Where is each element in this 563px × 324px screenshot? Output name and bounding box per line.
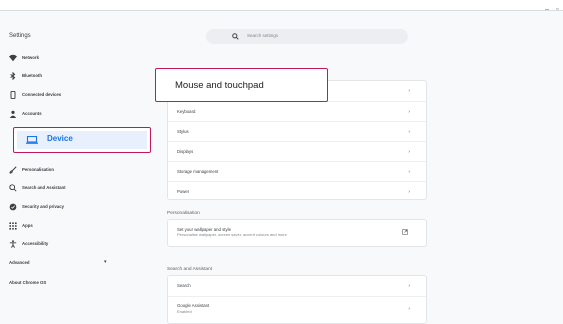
mouse-touchpad-callout[interactable]: Mouse and touchpad <box>155 68 328 102</box>
sidebar-item-search-and-assistant[interactable]: Search and Assistant <box>0 181 150 195</box>
chevron-right-icon: › <box>408 189 410 195</box>
chevron-right-icon: › <box>408 109 410 115</box>
sidebar-item-label: Accessibility <box>22 241 49 246</box>
sidebar-item-personalisation[interactable]: Personalisation <box>0 163 150 177</box>
sidebar-item-network[interactable]: Network <box>0 51 150 65</box>
sidebar-item-device[interactable]: Device <box>13 127 151 153</box>
device-row-stylus[interactable]: Stylus › <box>168 121 426 141</box>
sidebar-item-about[interactable]: About Chrome OS <box>0 276 150 290</box>
chevron-right-icon: › <box>408 306 410 312</box>
device-label: Device <box>47 134 73 143</box>
sidebar-item-connected-devices[interactable]: Connected devices <box>0 88 150 102</box>
row-label: Keyboard <box>177 109 196 114</box>
settings-header: Settings Search settings <box>0 11 563 51</box>
device-row-power[interactable]: Power › <box>168 181 426 201</box>
app-title: Settings <box>9 33 31 39</box>
search-icon <box>9 184 17 192</box>
shield-icon <box>9 203 17 211</box>
row-label: Google Assistant <box>177 303 210 308</box>
sidebar-item-apps[interactable]: Apps <box>0 219 150 233</box>
open-external-icon <box>402 229 408 235</box>
row-label: Storage management <box>177 169 219 174</box>
phone-icon <box>9 91 17 99</box>
grid-icon <box>9 222 17 230</box>
sidebar-item-label: Apps <box>22 223 33 228</box>
wifi-icon <box>9 54 17 62</box>
sidebar-item-label: Personalisation <box>22 167 54 172</box>
search-row[interactable]: Search › <box>168 276 426 295</box>
chevron-right-icon: › <box>408 149 410 155</box>
sidebar-item-label: Search and Assistant <box>22 185 66 190</box>
sidebar-item-bluetooth[interactable]: Bluetooth <box>0 69 150 83</box>
google-assistant-row[interactable]: Google Assistant Enabled › <box>168 296 426 323</box>
sidebar-item-label: Network <box>22 55 39 60</box>
chevron-right-icon: › <box>408 169 410 175</box>
wallpaper-row[interactable]: Set your wallpaper and style Personalise… <box>168 223 426 245</box>
chevron-right-icon: › <box>408 283 410 289</box>
sidebar: Network Bluetooth Connected devices Acco… <box>0 51 150 324</box>
chevron-right-icon: › <box>408 88 410 94</box>
search-icon <box>232 33 239 40</box>
device-row-displays[interactable]: Displays › <box>168 141 426 161</box>
settings-window: Settings Search settings Network Bluetoo… <box>0 10 563 324</box>
personalisation-card: Set your wallpaper and style Personalise… <box>167 219 427 247</box>
person-icon <box>9 110 17 118</box>
row-label: Stylus <box>177 129 189 134</box>
sidebar-item-accounts[interactable]: Accounts <box>0 107 150 121</box>
brush-icon <box>9 166 17 174</box>
personalisation-section-title: Personalisation <box>167 211 200 216</box>
sidebar-item-label: Bluetooth <box>22 73 43 78</box>
device-row-keyboard[interactable]: Keyboard › <box>168 101 426 121</box>
search-input[interactable]: Search settings <box>206 29 408 44</box>
sidebar-item-security-and-privacy[interactable]: Security and privacy <box>0 200 150 214</box>
sidebar-advanced-toggle[interactable]: Advanced ▾ <box>0 256 150 270</box>
chevron-right-icon: › <box>408 129 410 135</box>
about-label: About Chrome OS <box>9 280 47 285</box>
search-placeholder: Search settings <box>247 33 279 38</box>
laptop-icon <box>26 136 38 144</box>
bluetooth-icon <box>9 72 17 80</box>
wallpaper-subtitle: Personalise wallpaper, screen saver, acc… <box>177 232 287 237</box>
row-subtitle: Enabled <box>177 309 192 314</box>
callout-label: Mouse and touchpad <box>175 80 264 91</box>
search-assistant-card: Search › Google Assistant Enabled › <box>167 275 427 324</box>
device-row-storage-management[interactable]: Storage management › <box>168 161 426 181</box>
row-label: Power <box>177 189 190 194</box>
sidebar-item-accessibility[interactable]: Accessibility <box>0 237 150 251</box>
accessibility-icon <box>9 240 17 248</box>
row-label: Displays <box>177 149 194 154</box>
advanced-label: Advanced <box>9 260 30 265</box>
chevron-down-icon: ▾ <box>104 259 107 265</box>
desktop-top-strip <box>0 0 563 10</box>
search-assistant-section-title: Search and Assistant <box>167 267 213 272</box>
sidebar-item-label: Accounts <box>22 111 42 116</box>
row-label: Search <box>177 283 191 288</box>
sidebar-item-label: Connected devices <box>22 92 62 97</box>
sidebar-item-label: Security and privacy <box>22 204 65 209</box>
